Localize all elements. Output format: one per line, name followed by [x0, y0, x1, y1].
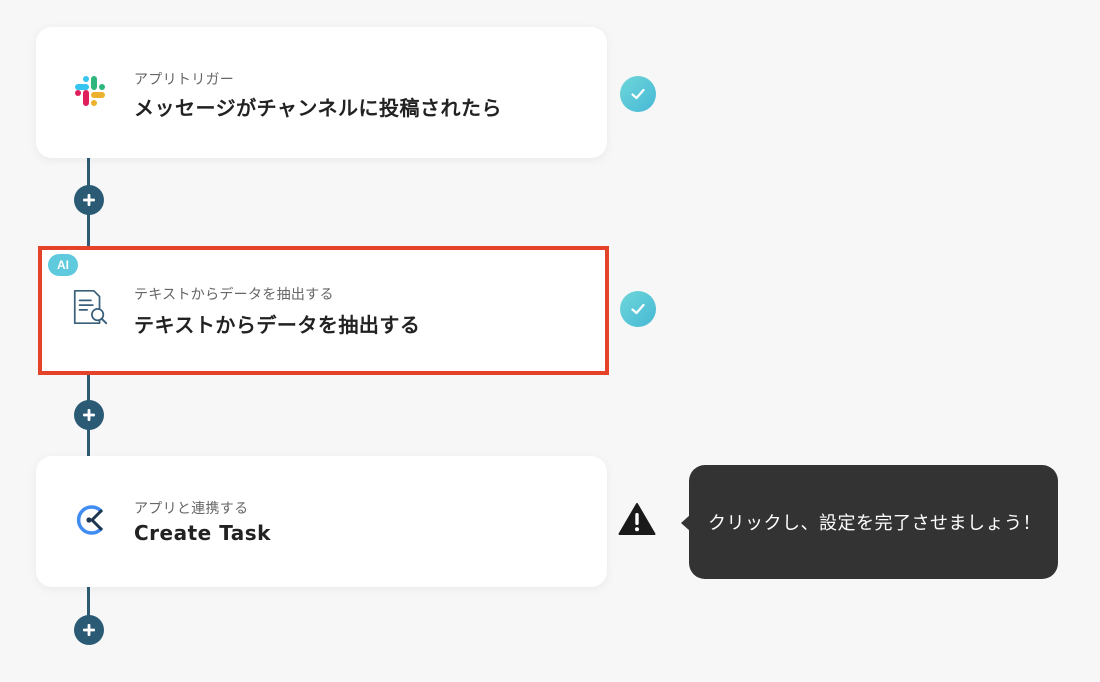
add-step-button[interactable]	[74, 185, 104, 215]
ai-badge: AI	[48, 254, 78, 276]
flow-step-ai-extract[interactable]: AI テキストからデータを抽出する テキストからデータを抽出する	[38, 246, 609, 375]
check-icon	[620, 291, 656, 327]
flow-step-create-task[interactable]: アプリと連携する Create Task	[36, 456, 607, 587]
setup-tooltip: クリックし、設定を完了させましょう！	[681, 465, 1058, 579]
warning-icon	[618, 502, 656, 536]
add-step-button[interactable]	[74, 615, 104, 645]
plus-icon	[83, 409, 95, 421]
step-subtitle: アプリと連携する	[134, 501, 249, 517]
tooltip-text: クリックし、設定を完了させましょう！	[708, 513, 1041, 534]
slack-icon	[70, 71, 110, 111]
document-search-icon	[70, 287, 110, 327]
step-subtitle: テキストからデータを抽出する	[134, 287, 334, 303]
check-icon	[620, 76, 656, 112]
flow-step-trigger[interactable]: アプリトリガー メッセージがチャンネルに投稿されたら	[36, 27, 607, 158]
add-step-button[interactable]	[74, 400, 104, 430]
step-title: メッセージがチャンネルに投稿されたら	[134, 96, 502, 120]
step-title: Create Task	[134, 521, 271, 545]
step-subtitle: アプリトリガー	[134, 72, 235, 88]
step-title: テキストからデータを抽出する	[134, 313, 421, 337]
plus-icon	[83, 624, 95, 636]
clickup-icon	[70, 500, 110, 540]
plus-icon	[83, 194, 95, 206]
